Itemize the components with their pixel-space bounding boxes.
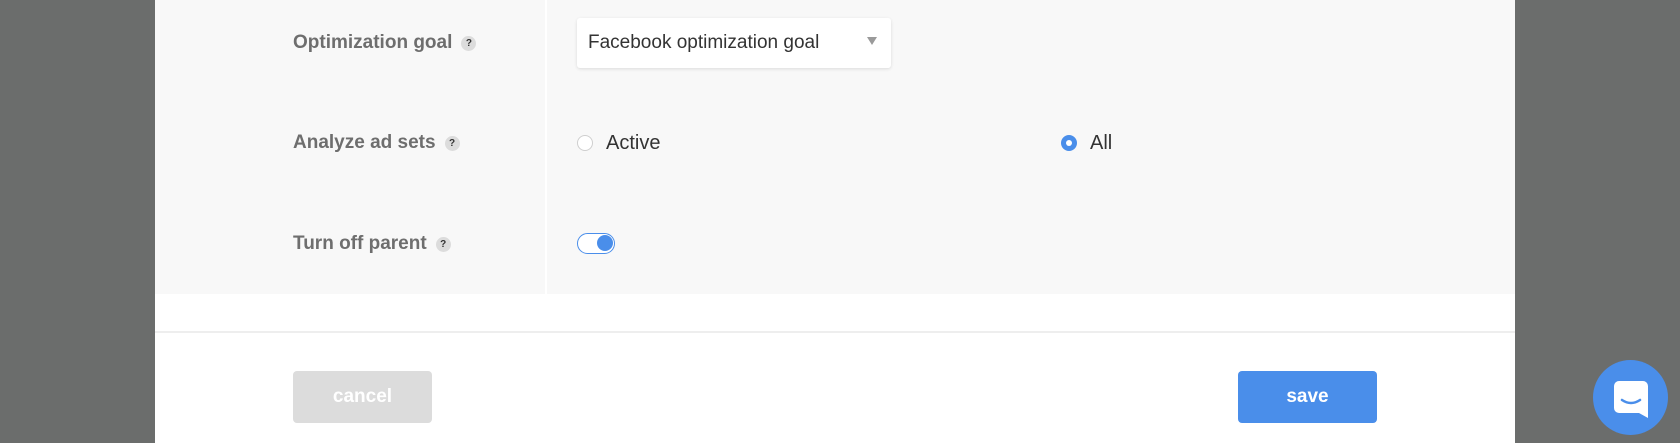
radio-active-label[interactable]: Active (606, 132, 660, 155)
turn-off-parent-toggle[interactable] (577, 233, 615, 254)
turn-off-parent-label: Turn off parent ? (293, 229, 451, 259)
analyze-ad-sets-label-text: Analyze ad sets (293, 132, 436, 153)
radio-active-circle[interactable] (577, 135, 593, 151)
help-icon[interactable]: ? (461, 35, 477, 51)
settings-panel: Optimization goal ? Analyze ad sets ? Tu… (155, 0, 1515, 294)
analyze-ad-sets-label: Analyze ad sets ? (293, 128, 460, 158)
radio-all[interactable]: All (1061, 128, 1112, 158)
radio-all-label[interactable]: All (1090, 132, 1112, 155)
optimization-goal-select[interactable]: Facebook optimization goal (577, 18, 891, 68)
radio-active[interactable]: Active (577, 128, 660, 158)
chevron-down-icon (867, 37, 877, 45)
radio-all-circle[interactable] (1061, 135, 1077, 151)
chat-launcher-button[interactable] (1593, 360, 1668, 435)
optimization-goal-selected-value: Facebook optimization goal (588, 32, 820, 53)
chat-icon (1613, 380, 1648, 418)
save-button[interactable]: save (1238, 371, 1377, 423)
settings-modal: Optimization goal ? Analyze ad sets ? Tu… (155, 0, 1515, 443)
footer-divider (155, 331, 1515, 333)
cancel-button[interactable]: cancel (293, 371, 432, 423)
optimization-goal-label-text: Optimization goal (293, 32, 453, 53)
optimization-goal-label: Optimization goal ? (293, 28, 477, 58)
toggle-knob (597, 235, 613, 251)
help-icon[interactable]: ? (444, 135, 460, 151)
turn-off-parent-label-text: Turn off parent (293, 233, 427, 254)
help-icon[interactable]: ? (435, 236, 451, 252)
